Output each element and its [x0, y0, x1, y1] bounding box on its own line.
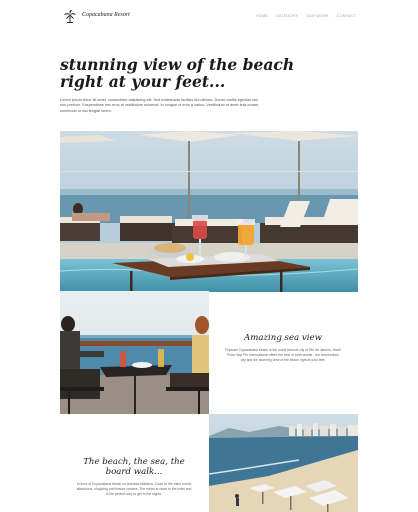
hero-pool-photo: [60, 131, 358, 292]
feature-sea-view: Amazing sea view Popham Copacabana beach…: [225, 333, 341, 362]
copacabana-beach-photo: [209, 414, 358, 512]
terrace-dining-photo: [60, 291, 209, 414]
nav-home[interactable]: HOME: [256, 14, 268, 18]
site-header: Copacabana Resort HOME CATEGORY OUR WORK…: [60, 6, 358, 28]
hero-title: stunning view of the beach right at your…: [60, 56, 300, 90]
feature-sea-view-title: Amazing sea view: [244, 333, 322, 343]
hero-title-line2: right at your feet...: [60, 72, 226, 91]
nav-contact[interactable]: CONTACT: [337, 14, 356, 18]
feature-board-walk: The beach, the sea, the board walk... In…: [76, 457, 192, 496]
feature-board-walk-text: In front of Copacabana beach on Avenida …: [76, 482, 192, 496]
feature-board-walk-title-line2: board walk...: [105, 467, 163, 477]
feature-sea-view-text: Popham Copacabana beach is the world fam…: [225, 348, 341, 362]
feature-board-walk-title-line1: The beach, the sea, the: [83, 457, 185, 467]
nav-category[interactable]: CATEGORY: [276, 14, 298, 18]
palm-tree-icon[interactable]: [64, 10, 76, 23]
hero-body-text: Lorem ipsum dolor sit amet, consectetur …: [60, 98, 260, 113]
feature-board-walk-title: The beach, the sea, the board walk...: [76, 457, 192, 477]
main-nav: HOME CATEGORY OUR WORK CONTACT: [256, 14, 356, 18]
brand-name[interactable]: Copacabana Resort: [82, 12, 130, 18]
nav-our-work[interactable]: OUR WORK: [306, 14, 329, 18]
